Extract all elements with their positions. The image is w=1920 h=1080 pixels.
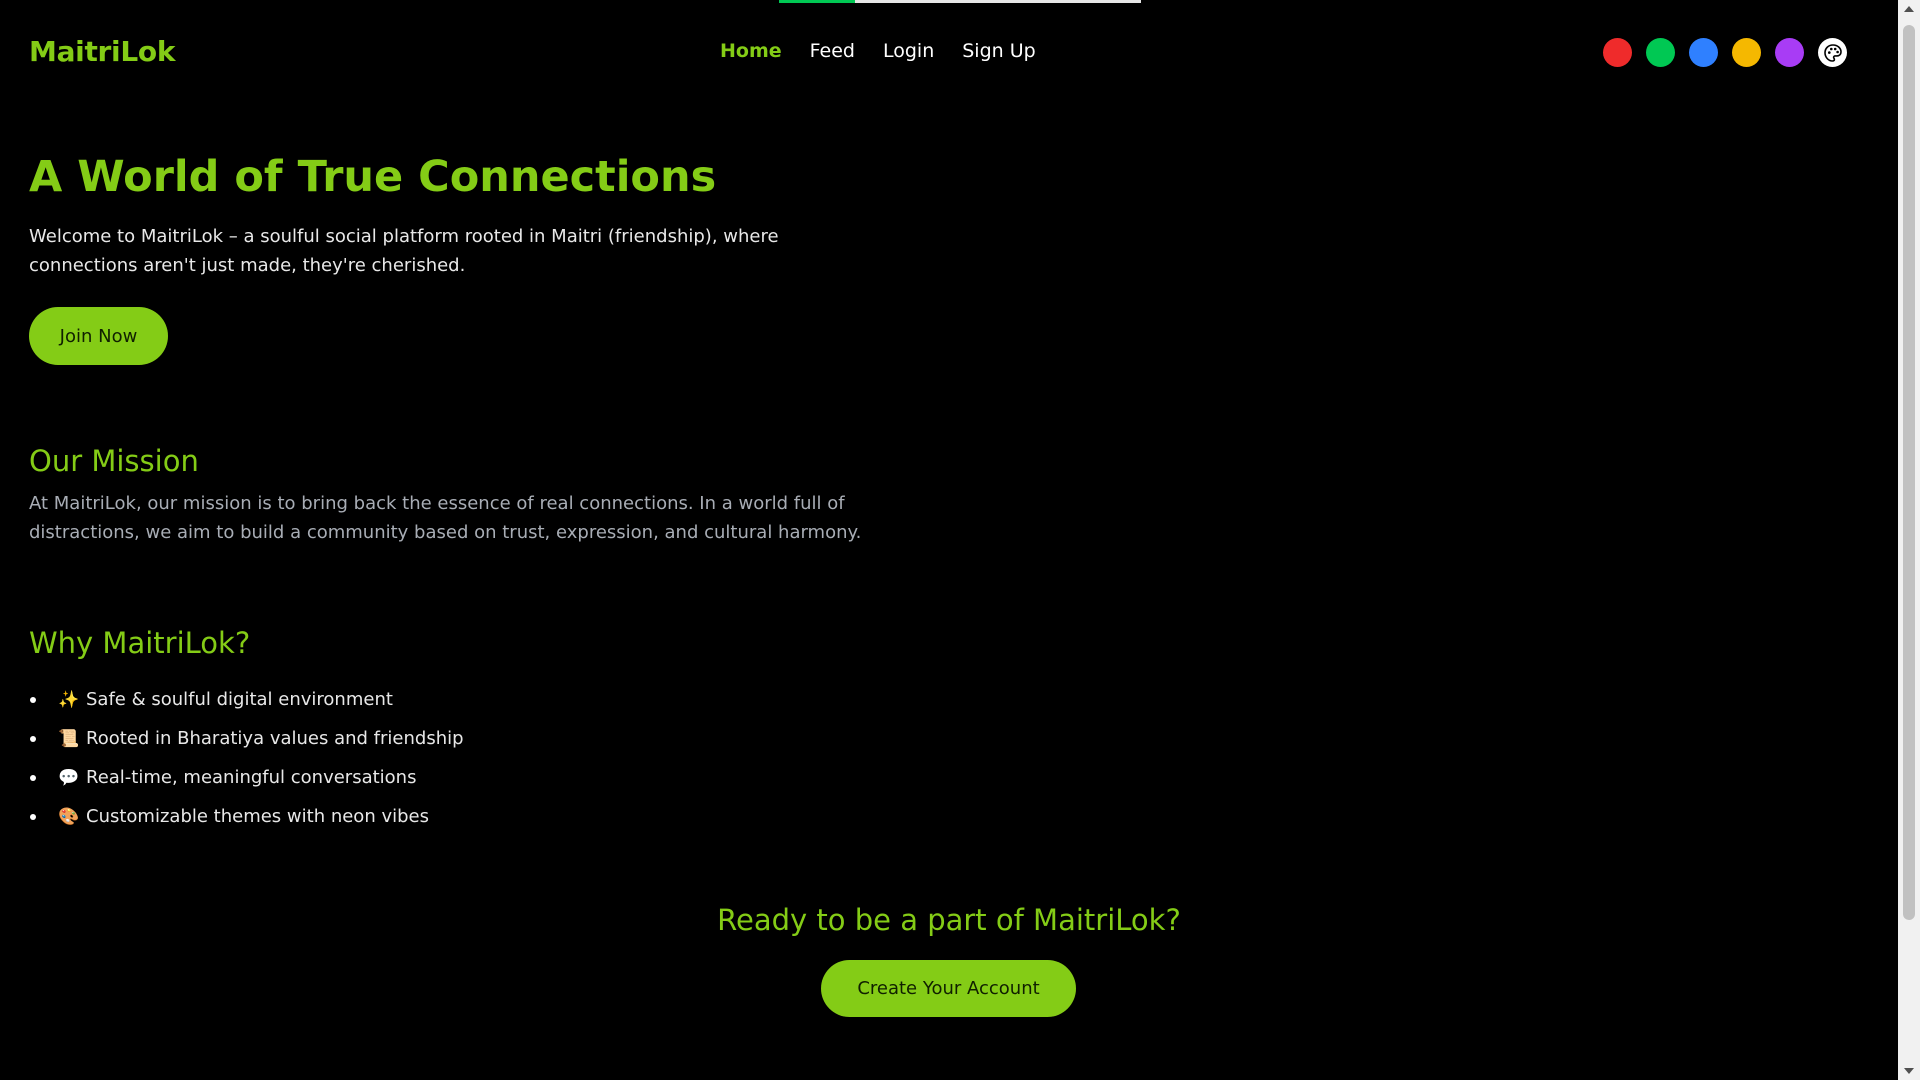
features-list: ✨ Safe & soulful digital environment 📜 Roo…: [29, 680, 464, 836]
vertical-scrollbar[interactable]: [1898, 0, 1920, 1080]
nav-links: Home Feed Login Sign Up: [720, 40, 1036, 62]
theme-amber-button[interactable]: [1732, 38, 1761, 67]
nav-link-home[interactable]: Home: [720, 40, 782, 62]
list-item: 🎨 Customizable themes with neon vibes: [29, 797, 464, 836]
scroll-down-arrow-icon[interactable]: [1904, 1068, 1914, 1074]
theme-switcher: [1603, 38, 1847, 67]
scrollbar-thumb[interactable]: [1903, 25, 1915, 920]
art-palette-icon: 🎨: [58, 807, 80, 827]
brand-logo[interactable]: MaitriLok: [29, 35, 175, 68]
nav-link-login[interactable]: Login: [883, 40, 934, 62]
theme-blue-button[interactable]: [1689, 38, 1718, 67]
feature-text: Customizable themes with neon vibes: [86, 806, 429, 827]
list-item: 📜 Rooted in Bharatiya values and friendsh…: [29, 719, 464, 758]
theme-red-button[interactable]: [1603, 38, 1632, 67]
speech-bubble-icon: 💬: [58, 768, 80, 788]
feature-text: Safe & soulful digital environment: [86, 689, 393, 710]
create-account-button[interactable]: Create Your Account: [821, 960, 1076, 1017]
hero-description: Welcome to MaitriLok – a soulful social …: [29, 226, 779, 276]
hero-title: A World of True Connections: [29, 152, 717, 202]
page-viewport: MaitriLok Home Feed Login Sign Up A Worl…: [0, 0, 1898, 1080]
cta-title: Ready to be a part of MaitriLok?: [717, 903, 1181, 937]
mission-title: Our Mission: [29, 444, 199, 478]
palette-icon[interactable]: [1818, 38, 1847, 67]
list-item: 💬 Real-time, meaningful conversations: [29, 758, 464, 797]
theme-purple-button[interactable]: [1775, 38, 1804, 67]
sparkles-icon: ✨: [58, 690, 80, 710]
feature-text: Rooted in Bharatiya values and friendshi…: [86, 728, 464, 749]
mission-text: At MaitriLok, our mission is to bring ba…: [29, 493, 862, 543]
nav-link-feed[interactable]: Feed: [810, 40, 855, 62]
theme-green-button[interactable]: [1646, 38, 1675, 67]
scroll-icon: 📜: [58, 729, 80, 749]
join-now-button[interactable]: Join Now: [29, 307, 168, 365]
nav-link-signup[interactable]: Sign Up: [962, 40, 1035, 62]
why-title: Why MaitriLok?: [29, 626, 251, 660]
feature-text: Real-time, meaningful conversations: [86, 767, 417, 788]
scroll-up-arrow-icon[interactable]: [1904, 6, 1914, 12]
list-item: ✨ Safe & soulful digital environment: [29, 680, 464, 719]
navbar: MaitriLok Home Feed Login Sign Up: [0, 0, 1898, 106]
